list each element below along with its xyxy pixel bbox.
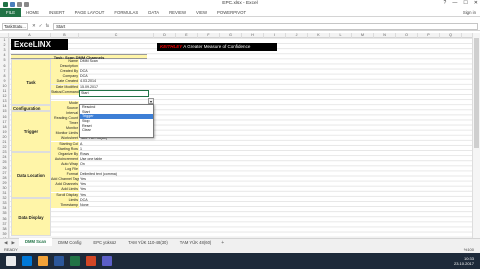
tab-powerpivot[interactable]: POWERPIVOT	[212, 8, 251, 17]
fx-icon[interactable]: fx	[46, 23, 50, 29]
scrollbar-thumb[interactable]	[474, 38, 479, 148]
row-value[interactable]: None	[79, 203, 149, 208]
next-sheet-icon[interactable]: ▶	[11, 240, 14, 246]
tab-page-layout[interactable]: PAGE LAYOUT	[70, 8, 110, 17]
tab-insert[interactable]: INSERT	[44, 8, 70, 17]
window-controls: ? — ☐ ✕	[444, 0, 478, 6]
tab-review[interactable]: REVIEW	[164, 8, 191, 17]
tab-data[interactable]: DATA	[143, 8, 164, 17]
clock-date: 23.10.2017	[453, 261, 474, 266]
taskbar-app-icon[interactable]	[38, 256, 48, 266]
keithley-banner: KEITHLEY A Greater Measure of Confidence	[157, 43, 277, 51]
dropdown-option[interactable]: Clear	[80, 128, 153, 133]
name-box[interactable]: TaskStatu...	[2, 22, 28, 30]
row-label: Status/Command	[51, 89, 79, 94]
logo-suffix: LINX	[32, 40, 51, 49]
enter-icon[interactable]: ✓	[39, 23, 43, 29]
formula-bar: TaskStatu... ✕ ✓ fx Start	[0, 22, 480, 31]
section-task: Task	[11, 59, 51, 105]
taskbar-clock[interactable]: 10:33 23.10.2017	[454, 256, 474, 266]
excelinx-logo: ExceLINX	[11, 39, 68, 50]
minimize-icon[interactable]: —	[452, 0, 457, 6]
row-label: Timestamp	[60, 202, 78, 207]
tab-view[interactable]: VIEW	[191, 8, 212, 17]
help-icon[interactable]: ?	[444, 0, 447, 6]
start-icon[interactable]	[6, 256, 16, 266]
status-bar: READY %100	[0, 246, 480, 253]
ribbon-tabs: FILE HOME INSERT PAGE LAYOUT FORMULAS DA…	[0, 7, 480, 17]
logo-prefix: Exce	[14, 40, 33, 49]
taskbar-app-icon[interactable]	[102, 256, 112, 266]
section-trigger: Trigger	[11, 111, 51, 152]
window-title: EPC.xlsx - Excel	[222, 1, 258, 6]
close-icon[interactable]: ✕	[474, 0, 478, 6]
row-headers: 1 2 3 4 5 6 7 8 9 10 11 12 13 14 15 16 17 18 19 20 21 22 23 24 2…	[0, 38, 9, 244]
windows-taskbar: 10:33 23.10.2017	[0, 253, 480, 269]
row-value[interactable]: On	[79, 162, 149, 167]
row-value[interactable]: Start	[79, 89, 149, 97]
taskbar-app-icon[interactable]	[86, 256, 96, 266]
row-value[interactable]: DMM Scan	[79, 59, 149, 64]
formula-input[interactable]: Start	[53, 22, 478, 30]
section-data-display: Data Display	[11, 198, 51, 236]
prev-sheet-icon[interactable]: ◀	[4, 240, 7, 246]
taskbar-icons	[0, 256, 112, 266]
zoom-level[interactable]: %100	[464, 247, 474, 252]
section-data-location: Data Location	[11, 152, 51, 198]
status-dropdown-list[interactable]: Rescind Start Trigger Stop Reset Clear	[79, 104, 154, 138]
vertical-scrollbar[interactable]	[472, 33, 480, 238]
taskbar-app-icon[interactable]	[22, 256, 32, 266]
formula-bar-icons: ✕ ✓ fx	[32, 23, 49, 29]
tab-formulas[interactable]: FORMULAS	[109, 8, 143, 17]
tab-home[interactable]: HOME	[21, 8, 44, 17]
tab-file[interactable]: FILE	[0, 7, 22, 17]
taskbar-app-icon[interactable]	[54, 256, 64, 266]
maximize-icon[interactable]: ☐	[463, 0, 467, 6]
cancel-icon[interactable]: ✕	[32, 23, 36, 29]
sign-in-link[interactable]: Sign in	[463, 10, 476, 15]
taskbar-app-icon[interactable]	[70, 256, 80, 266]
ready-status: READY	[4, 247, 18, 252]
keithley-tagline: A Greater Measure of Confidence	[183, 44, 251, 49]
add-sheet-button[interactable]: +	[221, 240, 224, 246]
keithley-brand: KEITHLEY	[160, 44, 183, 49]
sheet-nav: ◀ ▶	[4, 240, 15, 246]
sheet-tab-bar: ◀ ▶ DMM Scan DMM Config EPC yüksüz TAM Y…	[0, 238, 480, 247]
